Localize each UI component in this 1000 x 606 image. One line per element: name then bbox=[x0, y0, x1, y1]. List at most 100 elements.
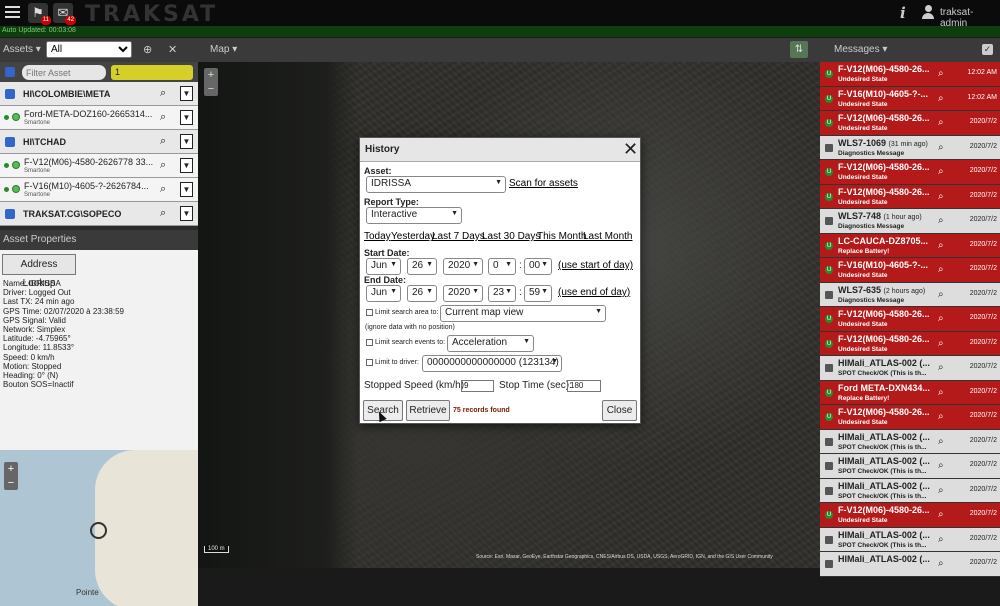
asset-group-row[interactable]: HI\TCHAD ⌕ ▼ bbox=[0, 130, 198, 154]
zoom-to-message-icon[interactable]: ⌕ bbox=[938, 289, 944, 300]
zoom-to-message-icon[interactable]: ⌕ bbox=[938, 534, 944, 545]
zoom-to-message-icon[interactable]: ⌕ bbox=[938, 558, 944, 569]
asset-menu-dropdown[interactable]: ▼ bbox=[180, 206, 193, 221]
menu-icon[interactable] bbox=[5, 6, 20, 19]
map-zoom-control[interactable]: + − bbox=[204, 68, 218, 96]
clear-filter-icon[interactable]: ✕ bbox=[168, 43, 177, 56]
quick-link-yesterday[interactable]: Yesterday bbox=[391, 231, 435, 242]
retrieve-button[interactable]: Retrieve bbox=[406, 400, 450, 421]
message-item[interactable]: HIMali_ATLAS-002 (... SPOT Check/OK (This… bbox=[820, 429, 1000, 454]
zoom-to-message-icon[interactable]: ⌕ bbox=[938, 166, 944, 177]
select-all-checkbox[interactable] bbox=[5, 67, 15, 77]
message-item[interactable]: U F-V16(M10)-4605-?-... Undesired State ⌕ 20… bbox=[820, 258, 1000, 283]
limit-events-checkbox[interactable] bbox=[366, 339, 373, 346]
asset-group-row[interactable]: TRAKSAT.CG\SOPECO ⌕ ▼ bbox=[0, 202, 198, 226]
zoom-to-message-icon[interactable]: ⌕ bbox=[938, 93, 944, 104]
zoom-to-asset-icon[interactable]: ⌕ bbox=[160, 159, 166, 172]
asset-menu-dropdown[interactable]: ▼ bbox=[180, 134, 193, 149]
start-minute-select[interactable]: 00 ▼ bbox=[524, 258, 552, 275]
limit-area-checkbox[interactable] bbox=[366, 309, 373, 316]
messages-icon[interactable]: ✉ 42 bbox=[53, 3, 76, 25]
minimap-zoom-control[interactable]: + − bbox=[4, 462, 18, 490]
messages-title[interactable]: Messages ▾ bbox=[834, 44, 887, 55]
end-minute-select[interactable]: 59 ▼ bbox=[524, 285, 552, 302]
asset-menu-dropdown[interactable]: ▼ bbox=[180, 86, 193, 101]
asset-row[interactable]: Ford-META-DOZ160-2665314... Smartone ⌕ ▼ bbox=[0, 106, 198, 130]
message-item[interactable]: WLS7-635 (2 hours ago) Diagnostics Messag… bbox=[820, 282, 1000, 307]
zoom-to-message-icon[interactable]: ⌕ bbox=[938, 338, 944, 349]
zoom-to-message-icon[interactable]: ⌕ bbox=[938, 215, 944, 226]
message-item[interactable]: U F-V12(M06)-4580-26... Undesired State ⌕ 20… bbox=[820, 111, 1000, 136]
zoom-to-message-icon[interactable]: ⌕ bbox=[938, 117, 944, 128]
zoom-to-message-icon[interactable]: ⌕ bbox=[938, 436, 944, 447]
zoom-to-message-icon[interactable]: ⌕ bbox=[938, 411, 944, 422]
quick-link-this-month[interactable]: This Month bbox=[537, 231, 586, 242]
limit-events-select[interactable]: Acceleration ▼ bbox=[447, 335, 534, 352]
message-item[interactable]: U F-V12(M06)-4580-26... Undesired State ⌕ 20… bbox=[820, 184, 1000, 209]
message-item[interactable]: U F-V12(M06)-4580-26... Undesired State ⌕ 20… bbox=[820, 307, 1000, 332]
limit-area-select[interactable]: Current map view ▼ bbox=[440, 305, 606, 322]
asset-row[interactable]: F-V16(M10)-4605-?-2626784... Smartone ⌕ ▼ bbox=[0, 178, 198, 202]
report-type-select[interactable]: Interactive ▼ bbox=[366, 207, 462, 224]
address-lookup-button[interactable]: Address Lookup bbox=[2, 254, 76, 289]
minimap[interactable]: + − Pointe bbox=[0, 450, 198, 606]
zoom-to-message-icon[interactable]: ⌕ bbox=[938, 142, 944, 153]
zoom-to-assets-icon[interactable]: ⊕ bbox=[143, 43, 152, 56]
end-year-select[interactable]: 2020 ▼ bbox=[443, 285, 483, 302]
message-item[interactable]: HIMali_ATLAS-002 (... SPOT Check/OK (This… bbox=[820, 478, 1000, 503]
asset-menu-dropdown[interactable]: ▼ bbox=[180, 110, 193, 125]
quick-link-last-month[interactable]: Last Month bbox=[583, 231, 632, 242]
quick-link-last-7-days[interactable]: Last 7 Days bbox=[432, 231, 485, 242]
info-icon[interactable]: i bbox=[900, 4, 906, 22]
start-hour-select[interactable]: 0 ▼ bbox=[488, 258, 516, 275]
filter-asset-input[interactable] bbox=[22, 65, 106, 80]
asset-checkbox[interactable] bbox=[5, 89, 15, 99]
limit-driver-checkbox[interactable] bbox=[366, 359, 373, 366]
message-item[interactable]: HIMali_ATLAS-002 (... SPOT Check/OK (This… bbox=[820, 356, 1000, 381]
zoom-to-asset-icon[interactable]: ⌕ bbox=[160, 207, 166, 220]
asset-filter-select[interactable]: All bbox=[46, 41, 132, 58]
message-item[interactable]: WLS7-1069 (31 min ago) Diagnostics Messag… bbox=[820, 135, 1000, 160]
message-item[interactable]: U F-V12(M06)-4580-26... Undesired State ⌕ 20… bbox=[820, 405, 1000, 430]
message-item[interactable]: HIMali_ATLAS-002 (... SPOT Check/OK (This… bbox=[820, 454, 1000, 479]
message-item[interactable]: U F-V12(M06)-4580-26... Undesired State ⌕ 20… bbox=[820, 331, 1000, 356]
start-year-select[interactable]: 2020 ▼ bbox=[443, 258, 483, 275]
message-item[interactable]: WLS7-748 (1 hour ago) Diagnostics Message… bbox=[820, 209, 1000, 234]
asset-checkbox[interactable] bbox=[5, 209, 15, 219]
stop-time-input[interactable]: 180 bbox=[567, 380, 601, 392]
zoom-to-asset-icon[interactable]: ⌕ bbox=[160, 111, 166, 124]
message-item[interactable]: HIMali_ATLAS-002 (... SPOT Check/OK (This… bbox=[820, 527, 1000, 552]
end-hour-select[interactable]: 23 ▼ bbox=[488, 285, 516, 302]
message-item[interactable]: U F-V12(M06)-4580-26... Undesired State ⌕ 12… bbox=[820, 62, 1000, 87]
message-item[interactable]: U Ford META-DXN434... Replace Battery! ⌕ 202… bbox=[820, 380, 1000, 405]
asset-checkbox[interactable] bbox=[5, 137, 15, 147]
zoom-to-message-icon[interactable]: ⌕ bbox=[938, 191, 944, 202]
end-day-select[interactable]: 26 ▼ bbox=[407, 285, 437, 302]
zoom-to-message-icon[interactable]: ⌕ bbox=[938, 264, 944, 275]
close-button[interactable]: Close bbox=[602, 400, 637, 421]
use-start-of-day-link[interactable]: (use start of day) bbox=[558, 260, 633, 271]
message-item[interactable]: U LC-CAUCA-DZ8705... Replace Battery! ⌕ 2020… bbox=[820, 233, 1000, 258]
zoom-to-asset-icon[interactable]: ⌕ bbox=[160, 87, 166, 100]
use-end-of-day-link[interactable]: (use end of day) bbox=[558, 287, 630, 298]
zoom-to-message-icon[interactable]: ⌕ bbox=[938, 362, 944, 373]
zoom-to-message-icon[interactable]: ⌕ bbox=[938, 485, 944, 496]
quick-link-today[interactable]: Today bbox=[364, 231, 391, 242]
message-item[interactable]: U F-V16(M10)-4605-?-... Undesired State ⌕ 12… bbox=[820, 86, 1000, 111]
zoom-to-asset-icon[interactable]: ⌕ bbox=[160, 183, 166, 196]
asset-row[interactable]: F-V12(M06)-4580-2626778 33... Smartone ⌕ ▼ bbox=[0, 154, 198, 178]
limit-driver-select[interactable]: 0000000000000000 (123134) ▼ bbox=[422, 355, 562, 372]
zoom-to-message-icon[interactable]: ⌕ bbox=[938, 240, 944, 251]
zoom-to-message-icon[interactable]: ⌕ bbox=[938, 68, 944, 79]
zoom-to-message-icon[interactable]: ⌕ bbox=[938, 460, 944, 471]
asset-menu-dropdown[interactable]: ▼ bbox=[180, 182, 193, 197]
zoom-to-message-icon[interactable]: ⌕ bbox=[938, 313, 944, 324]
zoom-to-message-icon[interactable]: ⌕ bbox=[938, 509, 944, 520]
quick-link-last-30-days[interactable]: Last 30 Days bbox=[482, 231, 540, 242]
user-icon[interactable] bbox=[922, 5, 934, 20]
start-day-select[interactable]: 26 ▼ bbox=[407, 258, 437, 275]
zoom-to-asset-icon[interactable]: ⌕ bbox=[160, 135, 166, 148]
message-item[interactable]: U F-V12(M06)-4580-26... Undesired State ⌕ 20… bbox=[820, 160, 1000, 185]
asset-group-row[interactable]: HI\COLOMBIE\META ⌕ ▼ bbox=[0, 82, 198, 106]
scan-for-assets-link[interactable]: Scan for assets bbox=[509, 178, 578, 189]
